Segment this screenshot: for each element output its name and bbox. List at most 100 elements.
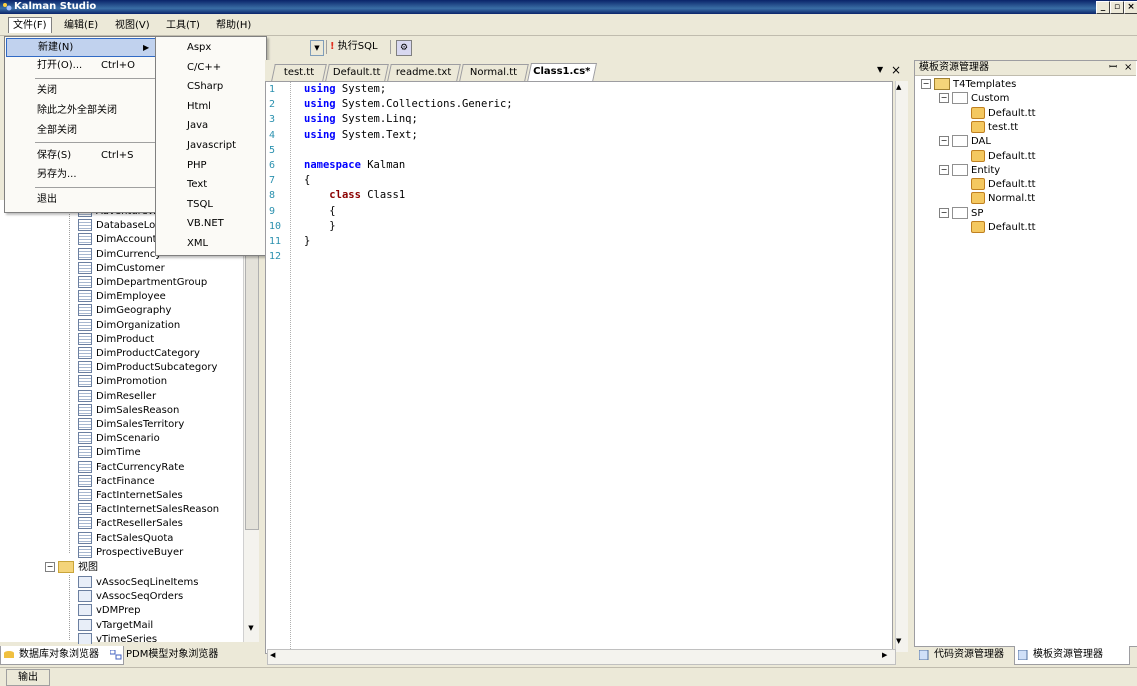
collapse-icon[interactable]: −	[939, 93, 949, 104]
tree-item-table[interactable]: DimProductCategory	[78, 347, 200, 361]
menu-edit[interactable]: 编辑(E)	[60, 18, 102, 33]
tab-db-object-browser[interactable]: 数据库对象浏览器	[0, 646, 124, 665]
tree-item-table[interactable]: DimGeography	[78, 304, 171, 318]
tab-template-explorer[interactable]: 模板资源管理器	[1014, 646, 1130, 665]
close-tab-icon[interactable]: ×	[891, 63, 901, 77]
menu-item-new[interactable]: 新建(N) ▶	[6, 38, 156, 57]
tree-item-table[interactable]: DimReseller	[78, 389, 156, 404]
collapse-icon[interactable]: −	[939, 164, 949, 175]
pin-icon[interactable]: ꟷ	[1109, 61, 1117, 75]
restore-button[interactable]: ▫	[1110, 1, 1124, 14]
tab-test-tt[interactable]: test.tt	[271, 64, 327, 81]
code-editor: test.tt Default.tt readme.txt Normal.tt …	[265, 60, 908, 665]
execute-sql-button[interactable]: ! 执行SQL	[330, 40, 378, 54]
output-tab[interactable]: 输出	[6, 669, 50, 686]
scroll-left-arrow[interactable]: ◀	[270, 651, 275, 659]
left-panel-scrollbar[interactable]: ▼	[243, 200, 259, 642]
menu-item-close-others[interactable]: 除此之外全部关闭	[6, 102, 156, 119]
tab-default-tt[interactable]: Default.tt	[325, 64, 389, 81]
tree-folder[interactable]: − Entity	[939, 163, 1000, 178]
tree-item-template[interactable]: Default.tt	[971, 106, 1036, 121]
submenu-item[interactable]: Text	[187, 179, 207, 190]
tree-item-table[interactable]: FactCurrencyRate	[78, 460, 184, 475]
tab-pdm-object-browser[interactable]: PDM模型对象浏览器	[108, 646, 246, 664]
submenu-item[interactable]: PHP	[187, 160, 207, 171]
tree-item-table[interactable]: DimProductSubcategory	[78, 361, 217, 375]
tree-item-table[interactable]: FactInternetSalesReason	[78, 503, 219, 517]
minimize-button[interactable]: _	[1096, 1, 1110, 14]
collapse-icon[interactable]: −	[921, 79, 931, 89]
tree-item-view[interactable]: vAssocSeqLineItems	[78, 576, 198, 590]
tree-item-template[interactable]: Default.tt	[971, 221, 1036, 235]
tree-item-table[interactable]: FactFinance	[78, 474, 155, 489]
tree-item-table[interactable]: DimSalesTerritory	[78, 418, 184, 432]
tree-item-view[interactable]: vDMPrep	[78, 604, 141, 618]
tree-item-table[interactable]: DimCurrency	[78, 247, 161, 262]
tree-item-table[interactable]: DimAccount	[78, 233, 157, 247]
tree-item-table[interactable]: DimSalesReason	[78, 403, 179, 418]
menu-help[interactable]: 帮助(H)	[212, 18, 255, 33]
submenu-item[interactable]: Html	[187, 101, 211, 112]
menu-item-close[interactable]: 关闭	[6, 82, 156, 99]
menu-view[interactable]: 视图(V)	[111, 18, 154, 33]
tree-item-table[interactable]: DimEmployee	[78, 290, 166, 304]
tree-folder[interactable]: − SP	[939, 206, 983, 221]
tab-class1-cs[interactable]: Class1.cs*	[526, 63, 598, 82]
scroll-down-arrow[interactable]: ▼	[245, 624, 257, 638]
tab-normal-tt[interactable]: Normal.tt	[459, 64, 529, 81]
submenu-item[interactable]: CSharp	[187, 81, 223, 92]
submenu-item[interactable]: XML	[187, 238, 208, 249]
tree-item-template[interactable]: Normal.tt	[971, 192, 1035, 206]
collapse-icon[interactable]: −	[939, 136, 949, 147]
submenu-item[interactable]: Aspx	[187, 42, 211, 53]
menu-item-open[interactable]: 打开(O)... Ctrl+O	[6, 57, 156, 74]
tree-item-table[interactable]: FactInternetSales	[78, 489, 183, 503]
menu-item-close-all[interactable]: 全部关闭	[6, 122, 156, 139]
tree-root-t4templates[interactable]: − T4Templates	[921, 78, 1016, 92]
scroll-right-arrow[interactable]: ▶	[882, 651, 887, 659]
tree-folder[interactable]: − Custom	[939, 92, 1009, 106]
tree-item-view[interactable]: vAssocSeqOrders	[78, 590, 183, 604]
tab-list-dropdown-icon[interactable]: ▼	[877, 65, 883, 74]
tree-item-template[interactable]: test.tt	[971, 120, 1018, 135]
tab-code-explorer[interactable]: 代码资源管理器	[916, 646, 1024, 664]
tree-item-template[interactable]: Default.tt	[971, 149, 1036, 164]
menu-item-exit[interactable]: 退出	[6, 191, 156, 208]
submenu-item[interactable]: C/C++	[187, 62, 221, 73]
tree-item-table[interactable]: DimOrganization	[78, 318, 180, 333]
submenu-item[interactable]: Java	[187, 120, 208, 131]
menu-item-save-as[interactable]: 另存为...	[6, 166, 156, 183]
menu-item-save[interactable]: 保存(S) Ctrl+S	[6, 147, 156, 164]
toolbar-combo-dropdown[interactable]: ▼	[310, 40, 324, 56]
tree-folder[interactable]: − DAL	[939, 135, 991, 149]
tree-item-table[interactable]: DimProduct	[78, 332, 154, 347]
submenu-item[interactable]: Javascript	[187, 140, 236, 151]
tree-item-table[interactable]: FactResellerSales	[78, 517, 183, 531]
tab-readme-txt[interactable]: readme.txt	[387, 64, 461, 81]
scroll-down-arrow[interactable]: ▼	[896, 637, 901, 645]
close-button[interactable]: ×	[1124, 1, 1137, 14]
code-area[interactable]: 1 2 3 4 5 6 7 8 9 10 11 12 using System; using Syst…	[265, 81, 893, 654]
close-panel-icon[interactable]: ×	[1124, 61, 1132, 75]
collapse-icon[interactable]: −	[45, 562, 55, 572]
tree-item-table[interactable]: ProspectiveBuyer	[78, 545, 183, 560]
db-connect-icon[interactable]: ⚙	[396, 40, 412, 56]
collapse-icon[interactable]: −	[939, 207, 949, 218]
tree-item-template[interactable]: Default.tt	[971, 178, 1036, 192]
submenu-item[interactable]: TSQL	[187, 199, 213, 210]
tree-item-table[interactable]: DimTime	[78, 446, 141, 460]
tree-item-table[interactable]: FactSalesQuota	[78, 531, 173, 546]
tree-item-table[interactable]: DatabaseLog	[78, 219, 162, 233]
submenu-item[interactable]: VB.NET	[187, 218, 224, 229]
editor-horizontal-scrollbar[interactable]: ◀ ▶	[267, 649, 896, 665]
tree-item-table[interactable]: DimScenario	[78, 432, 160, 446]
menu-tools[interactable]: 工具(T)	[162, 18, 204, 33]
tree-item-table[interactable]: DimPromotion	[78, 375, 167, 389]
tree-item-table[interactable]: DimDepartmentGroup	[78, 276, 207, 290]
scroll-up-arrow[interactable]: ▲	[896, 83, 901, 91]
tree-item-table[interactable]: DimCustomer	[78, 261, 165, 276]
tree-folder-views[interactable]: − 视图	[45, 561, 98, 575]
editor-vertical-scrollbar[interactable]: ▲ ▼	[895, 81, 908, 652]
menu-file[interactable]: 文件(F)	[8, 17, 52, 33]
tree-item-view[interactable]: vTargetMail	[78, 618, 153, 633]
